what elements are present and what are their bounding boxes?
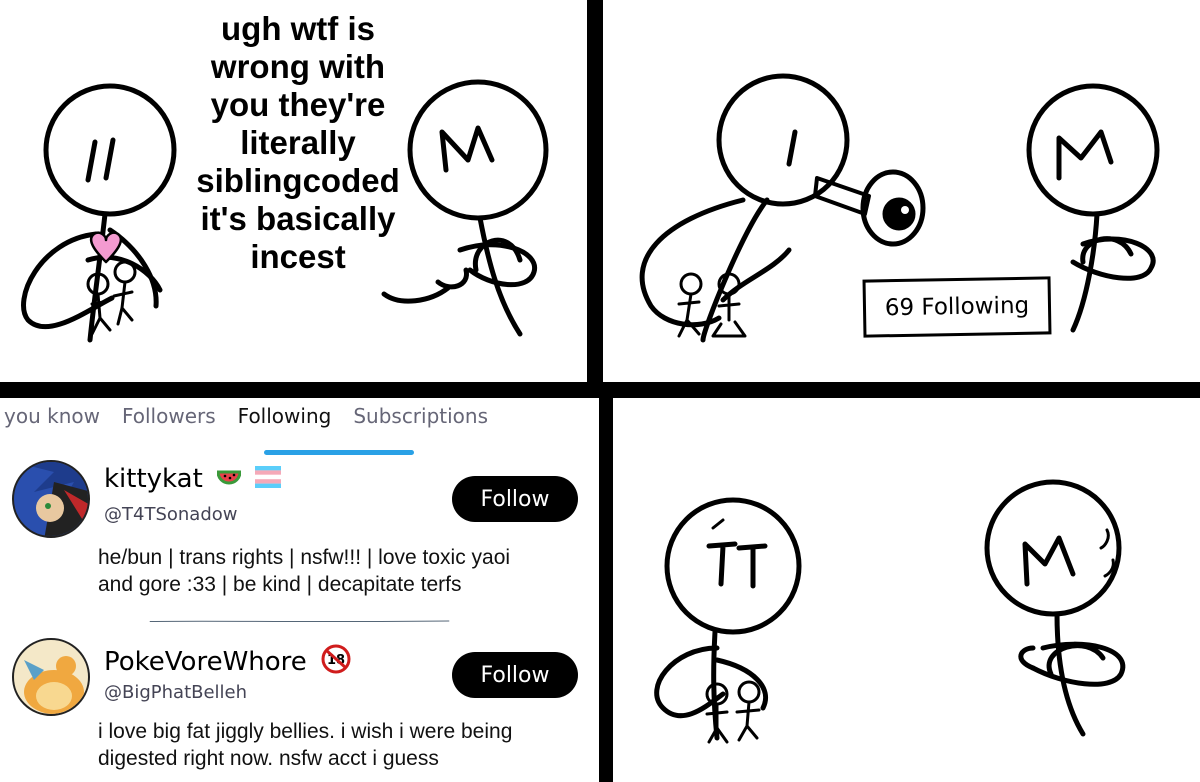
right-stick-figure — [984, 479, 1126, 737]
avatar[interactable] — [12, 460, 90, 538]
speech-line: wrong with — [210, 48, 386, 85]
comic-panel-4 — [613, 398, 1200, 782]
account-handle: @T4TSonadow — [104, 504, 238, 525]
following-list-panel: you know Followers Following Subscriptio… — [0, 398, 599, 782]
avatar[interactable] — [12, 638, 90, 716]
crying-stick-figure — [654, 497, 802, 741]
account-name[interactable]: PokeVoreWhore 18 — [104, 644, 351, 681]
account-name[interactable]: kittykat — [104, 464, 282, 495]
panel-4-drawing — [654, 479, 1126, 744]
tab-subscriptions[interactable]: Subscriptions — [353, 404, 488, 438]
account-bio: he/bun | trans rights | nsfw!!! | love t… — [98, 544, 568, 598]
following-count-sign: 69 Following — [862, 276, 1052, 338]
active-tab-indicator — [264, 450, 414, 455]
eye-telescope-icon — [813, 169, 926, 247]
speech-line: you they're — [210, 86, 386, 123]
list-divider — [149, 620, 450, 623]
profile-tabs: you know Followers Following Subscriptio… — [4, 404, 599, 438]
speech-line: ugh wtf is — [221, 10, 375, 47]
speech-line: literally — [240, 124, 356, 161]
follow-button[interactable]: Follow — [452, 476, 578, 522]
account-handle: @BigPhatBelleh — [104, 682, 248, 703]
account-bio: i love big fat jiggly bellies. i wish i … — [98, 718, 568, 772]
speech-line: siblingcoded — [196, 162, 400, 199]
list-item: PokeVoreWhore 18 @BigPhatBelleh Follow i… — [0, 636, 599, 782]
follow-button[interactable]: Follow — [452, 652, 578, 698]
tab-you-know[interactable]: you know — [4, 404, 100, 438]
left-stick-figure — [639, 73, 850, 343]
watermelon-icon — [216, 465, 242, 495]
list-item: kittykat @T4TSonadow Follow he/bun | tra… — [0, 460, 599, 620]
tab-followers[interactable]: Followers — [122, 404, 216, 438]
bio-line: i love big fat jiggly bellies. i wish i … — [98, 720, 513, 743]
bio-line: digested right now. nsfw acct i guess — [98, 747, 439, 770]
no-under-18-icon: 18 — [321, 644, 351, 681]
speech-bubble: ugh wtf is wrong with you they're litera… — [178, 10, 418, 276]
trans-flag-icon — [255, 465, 282, 495]
bio-line: he/bun | trans rights | nsfw!!! | love t… — [98, 546, 511, 569]
comic-panel-2: 69 Following — [603, 0, 1200, 382]
speech-line: it's basically — [200, 200, 396, 237]
tab-following[interactable]: Following — [238, 404, 332, 438]
comic-panel-1: ugh wtf is wrong with you they're litera… — [0, 0, 587, 382]
bio-line: and gore :33 | be kind | decapitate terf… — [98, 573, 462, 596]
speech-line: incest — [250, 238, 346, 275]
